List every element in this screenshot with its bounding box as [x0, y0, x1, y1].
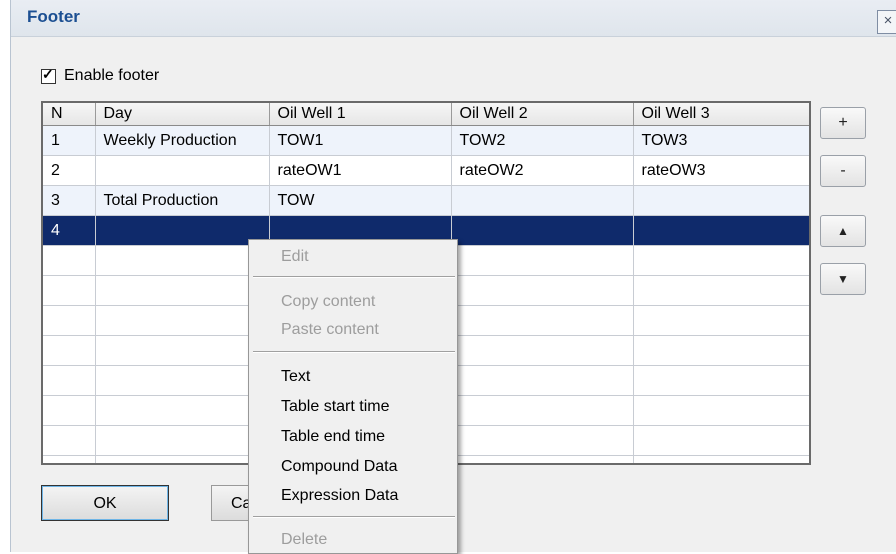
menu-gutter — [249, 240, 253, 553]
enable-footer-label: Enable footer — [64, 67, 160, 84]
column-header-oil-well-3[interactable]: Oil Well 3 — [633, 103, 809, 126]
menu-separator — [253, 516, 455, 518]
column-header-n[interactable]: N — [43, 103, 96, 126]
menu-item-edit[interactable]: Edit — [281, 248, 309, 266]
table-cell[interactable]: 3 — [43, 185, 96, 216]
close-icon[interactable]: × — [877, 10, 896, 34]
enable-footer-checkbox[interactable]: ✓ — [41, 65, 56, 84]
table-cell[interactable]: 2 — [43, 155, 96, 186]
header-row: N Day Oil Well 1 Oil Well 2 Oil Well 3 — [43, 103, 809, 126]
menu-separator — [253, 351, 455, 353]
checkmark-icon: ✓ — [42, 65, 54, 82]
menu-item-paste-content[interactable]: Paste content — [281, 321, 379, 339]
add-row-button[interactable]: + — [820, 107, 866, 139]
remove-row-button[interactable]: - — [820, 155, 866, 187]
table-cell[interactable]: rateOW3 — [633, 155, 809, 186]
menu-item-compound-data[interactable]: Compound Data — [281, 458, 398, 476]
menu-item-table-start-time[interactable]: Table start time — [281, 398, 389, 416]
table-row[interactable]: 3 Total Production TOW — [43, 185, 809, 216]
arrow-down-icon: ▼ — [837, 272, 849, 286]
table-cell[interactable]: TOW1 — [269, 125, 452, 156]
table-cell[interactable] — [95, 215, 270, 246]
column-header-oil-well-1[interactable]: Oil Well 1 — [269, 103, 452, 126]
table-cell[interactable]: TOW2 — [451, 125, 634, 156]
table-cell[interactable] — [451, 185, 634, 216]
arrow-up-icon: ▲ — [837, 224, 849, 238]
ok-button[interactable]: OK — [41, 485, 169, 521]
menu-item-delete[interactable]: Delete — [281, 531, 327, 549]
table-cell[interactable] — [633, 215, 809, 246]
column-header-oil-well-2[interactable]: Oil Well 2 — [451, 103, 634, 126]
context-menu: Edit Copy content Paste content Text Tab… — [248, 239, 458, 554]
table-cell[interactable] — [451, 215, 634, 246]
table-cell[interactable] — [633, 185, 809, 216]
table-cell[interactable]: Total Production — [95, 185, 270, 216]
column-header-day[interactable]: Day — [95, 103, 270, 126]
menu-item-table-end-time[interactable]: Table end time — [281, 428, 385, 446]
menu-item-expression-data[interactable]: Expression Data — [281, 487, 398, 505]
menu-item-copy-content[interactable]: Copy content — [281, 293, 375, 311]
move-up-button[interactable]: ▲ — [820, 215, 866, 247]
table-row[interactable]: 2 rateOW1 rateOW2 rateOW3 — [43, 155, 809, 186]
table-cell[interactable]: TOW — [269, 185, 452, 216]
title-bar[interactable]: Footer × — [11, 0, 896, 37]
table-cell[interactable]: rateOW2 — [451, 155, 634, 186]
menu-separator — [253, 276, 455, 278]
table-cell[interactable] — [95, 155, 270, 186]
table-row[interactable]: 1 Weekly Production TOW1 TOW2 TOW3 — [43, 125, 809, 156]
table-cell[interactable]: 4 — [43, 215, 96, 246]
table-cell[interactable]: TOW3 — [633, 125, 809, 156]
table-cell[interactable]: 1 — [43, 125, 96, 156]
dialog-title: Footer — [27, 7, 80, 26]
move-down-button[interactable]: ▼ — [820, 263, 866, 295]
menu-item-text[interactable]: Text — [281, 368, 310, 386]
enable-footer-row[interactable]: ✓ Enable footer — [41, 65, 159, 87]
table-cell[interactable]: rateOW1 — [269, 155, 452, 186]
table-cell[interactable]: Weekly Production — [95, 125, 270, 156]
